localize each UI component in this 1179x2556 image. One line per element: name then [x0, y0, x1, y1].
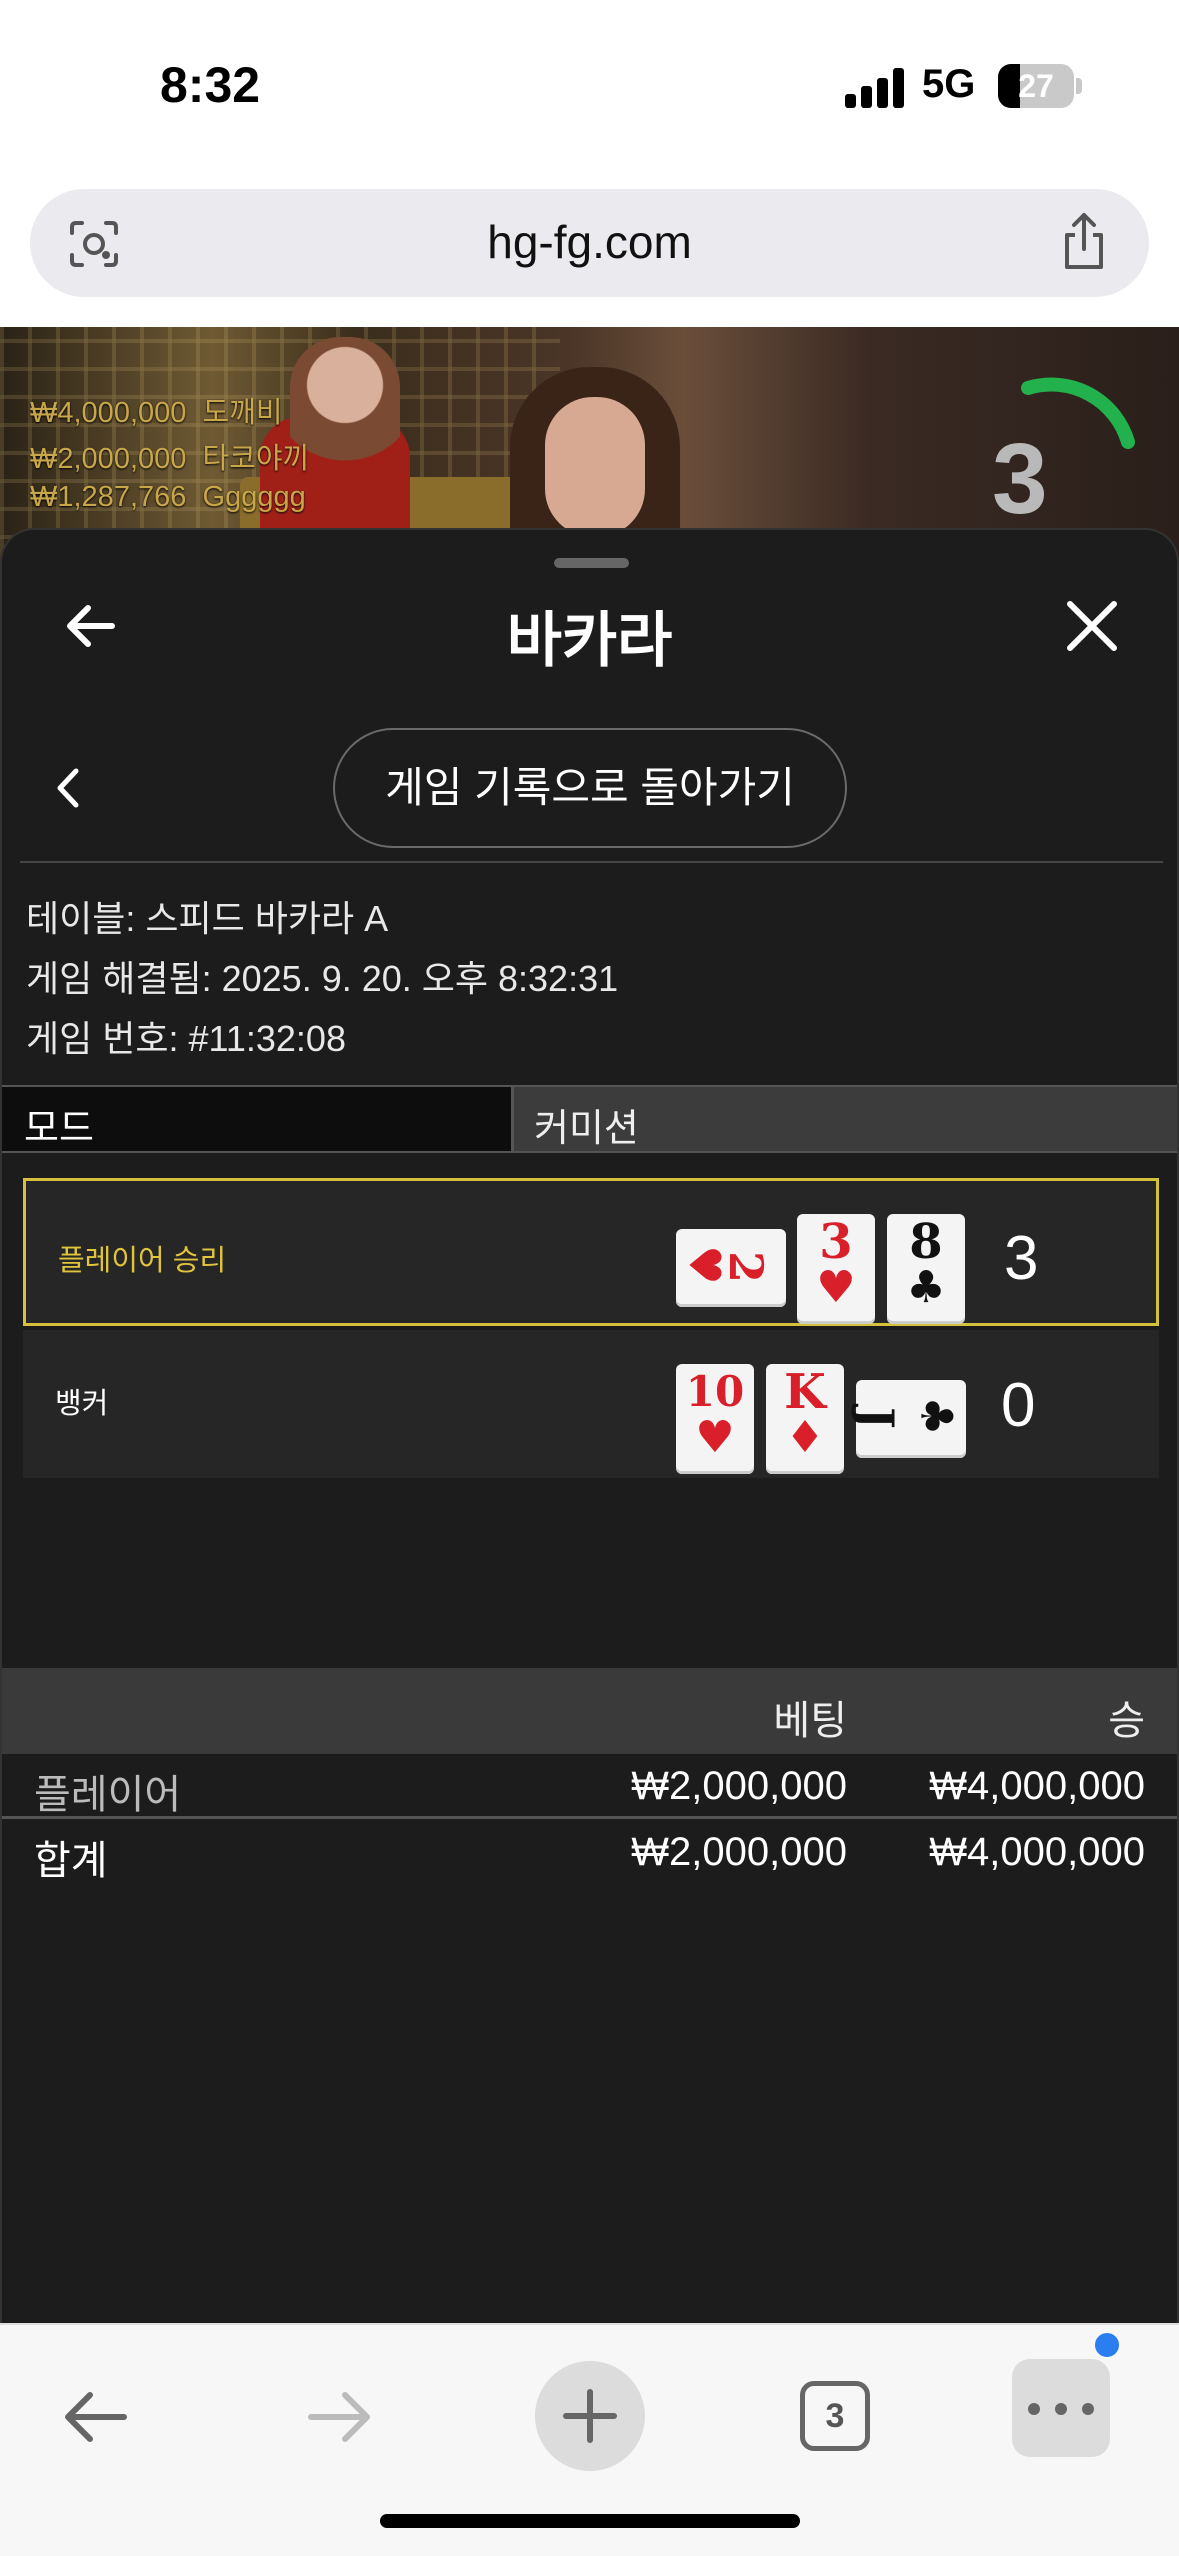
divider: [20, 861, 1163, 863]
close-icon[interactable]: [1064, 598, 1120, 654]
playing-card: ♥ 2: [676, 1229, 786, 1307]
bettor-entry: ₩2,000,000 타코야끼: [30, 443, 310, 475]
mode-label: 모드: [24, 1108, 94, 1150]
battery-icon: 27: [998, 64, 1074, 108]
table-row: 합계 ₩2,000,000 ₩4,000,000: [2, 1820, 1177, 1884]
game-number: 게임 번호: #11:32:08: [26, 1018, 346, 1059]
notification-dot: [1092, 2330, 1122, 2360]
plus-icon: [563, 2389, 617, 2443]
player-result: 플레이어 승리 ♥ 2 3 ♥ 8 ♣ 3: [23, 1178, 1159, 1326]
share-icon[interactable]: [1059, 211, 1109, 271]
player-result-label: 플레이어 승리: [58, 1245, 227, 1277]
bet-amount: ₩2,000,000: [631, 1764, 847, 1808]
more-dot: [1082, 2403, 1094, 2415]
sheet-title: 바카라: [506, 607, 673, 674]
game-detail-sheet: 바카라 게임 기록으로 돌아가기 테이블: 스피드 바카라 A 게임 해결됨: …: [0, 528, 1179, 2323]
bet-column-header: 베팅: [773, 1699, 847, 1743]
win-amount: ₩4,000,000: [929, 1764, 1145, 1808]
more-dot: [1055, 2403, 1067, 2415]
more-menu-button[interactable]: [1012, 2359, 1110, 2457]
battery-level: 27: [1018, 68, 1054, 104]
signal-icon: [845, 68, 907, 108]
bet-row-label: 플레이어: [34, 1773, 182, 1817]
forward-icon[interactable]: [305, 2387, 375, 2447]
resolved-info: 게임 해결됨: 2025. 9. 20. 오후 8:32:31: [26, 958, 619, 999]
bets-table-header: 베팅 승: [2, 1668, 1177, 1754]
playing-card: 10 ♥: [676, 1364, 754, 1474]
video-dealer-face: [545, 397, 645, 537]
banker-result-label: 뱅커: [55, 1388, 109, 1420]
sheet-grabber[interactable]: [554, 558, 629, 568]
chevron-left-icon[interactable]: [48, 763, 88, 813]
table-info: 테이블: 스피드 바카라 A: [26, 898, 389, 939]
new-tab-button[interactable]: [535, 2361, 645, 2471]
total-row-label: 합계: [34, 1839, 108, 1883]
playing-card: K ♦: [766, 1364, 844, 1474]
mode-value: 커미션: [534, 1108, 639, 1150]
url-text[interactable]: hg-fg.com: [30, 215, 1149, 269]
win-amount: ₩4,000,000: [929, 1830, 1145, 1874]
countdown-timer: 3: [992, 423, 1048, 535]
status-time: 8:32: [160, 57, 261, 113]
bet-amount: ₩2,000,000: [631, 1830, 847, 1874]
network-type: 5G: [922, 62, 976, 106]
playing-card: 8 ♣: [887, 1214, 965, 1324]
mode-row: 모드 커미션: [2, 1085, 1177, 1153]
back-to-history-button[interactable]: 게임 기록으로 돌아가기: [333, 728, 847, 848]
win-column-header: 승: [1108, 1699, 1145, 1743]
player-score: 3: [1004, 1224, 1039, 1293]
table-row: 플레이어 ₩2,000,000 ₩4,000,000: [2, 1754, 1177, 1818]
divider: [2, 1816, 1177, 1819]
tabs-button[interactable]: 3: [800, 2381, 870, 2451]
bettor-entry: ₩1,287,766 Gggggg: [30, 481, 306, 513]
playing-card: ♣ J: [850, 1380, 966, 1458]
status-bar: 8:32 5G 27: [0, 0, 1179, 175]
bettor-entry: ₩4,000,000 도깨비: [30, 397, 283, 429]
back-icon[interactable]: [60, 2387, 130, 2447]
banker-result: 뱅커 10 ♥ K ♦ ♣ J 0: [23, 1330, 1159, 1478]
battery-nub: [1076, 78, 1082, 94]
mode-label-cell: 모드: [2, 1087, 514, 1151]
more-dot: [1028, 2403, 1040, 2415]
address-bar[interactable]: hg-fg.com: [30, 189, 1149, 297]
home-indicator[interactable]: [380, 2514, 800, 2528]
banker-score: 0: [1001, 1371, 1036, 1440]
playing-card: 3 ♥: [797, 1214, 875, 1324]
